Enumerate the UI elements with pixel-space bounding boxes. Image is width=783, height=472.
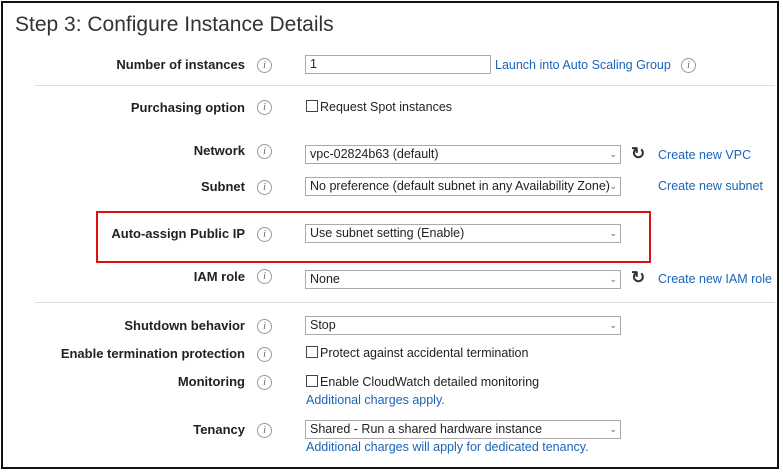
spot-instances-checkbox[interactable]: Request Spot instances (306, 100, 452, 114)
shutdown-label: Shutdown behavior (124, 318, 245, 333)
configure-instance-panel: Step 3: Configure Instance Details Numbe… (1, 1, 779, 469)
refresh-icon[interactable]: ↻ (631, 145, 645, 162)
chevron-down-icon: ⌄ (609, 424, 617, 434)
tenancy-label: Tenancy (193, 422, 245, 437)
info-icon[interactable]: i (257, 100, 272, 115)
info-icon[interactable]: i (257, 347, 272, 362)
subnet-select[interactable]: No preference (default subnet in any Ava… (305, 177, 621, 196)
network-value: vpc-02824b63 (default) (310, 147, 439, 161)
info-icon[interactable]: i (257, 58, 272, 73)
public-ip-select[interactable]: Use subnet setting (Enable) ⌄ (305, 224, 621, 243)
purchasing-label: Purchasing option (130, 100, 245, 115)
chevron-down-icon: ⌄ (609, 320, 617, 330)
info-icon[interactable]: i (257, 144, 272, 159)
info-icon[interactable]: i (257, 227, 272, 242)
chevron-down-icon: ⌄ (609, 274, 617, 284)
info-icon[interactable]: i (257, 269, 272, 284)
create-iam-role-link[interactable]: Create new IAM role (658, 272, 772, 286)
chevron-down-icon: ⌄ (609, 149, 617, 159)
iam-select[interactable]: None ⌄ (305, 270, 621, 289)
termination-checkbox-label: Protect against accidental termination (320, 346, 529, 360)
monitoring-charges-note[interactable]: Additional charges apply. (306, 393, 445, 407)
public-ip-label: Auto-assign Public IP (111, 226, 245, 241)
iam-value: None (310, 272, 340, 286)
monitoring-label: Monitoring (177, 374, 245, 389)
chevron-down-icon: ⌄ (609, 228, 617, 238)
instances-input[interactable]: 1 (305, 55, 491, 74)
shutdown-value: Stop (310, 318, 336, 332)
checkbox-box[interactable] (306, 346, 318, 358)
info-icon[interactable]: i (257, 319, 272, 334)
iam-label: IAM role (193, 269, 245, 284)
tenancy-charges-note[interactable]: Additional charges will apply for dedica… (306, 440, 589, 454)
checkbox-box[interactable] (306, 375, 318, 387)
divider (35, 302, 775, 303)
tenancy-value: Shared - Run a shared hardware instance (310, 422, 543, 436)
subnet-label: Subnet (200, 179, 245, 194)
checkbox-box[interactable] (306, 100, 318, 112)
cloudwatch-checkbox[interactable]: Enable CloudWatch detailed monitoring (306, 375, 539, 389)
launch-auto-scaling-link[interactable]: Launch into Auto Scaling Group (495, 58, 671, 72)
shutdown-select[interactable]: Stop ⌄ (305, 316, 621, 335)
info-icon[interactable]: i (257, 375, 272, 390)
refresh-icon[interactable]: ↻ (631, 269, 645, 286)
create-subnet-link[interactable]: Create new subnet (658, 179, 763, 193)
termination-label: Enable termination protection (60, 346, 245, 361)
termination-checkbox[interactable]: Protect against accidental termination (306, 346, 528, 360)
chevron-down-icon: ⌄ (609, 181, 617, 191)
cloudwatch-checkbox-label: Enable CloudWatch detailed monitoring (320, 375, 540, 389)
instances-label: Number of instances (116, 57, 245, 72)
create-vpc-link[interactable]: Create new VPC (658, 148, 751, 162)
public-ip-value: Use subnet setting (Enable) (310, 226, 465, 240)
tenancy-select[interactable]: Shared - Run a shared hardware instance … (305, 420, 621, 439)
network-select[interactable]: vpc-02824b63 (default) ⌄ (305, 145, 621, 164)
info-icon[interactable]: i (257, 423, 272, 438)
spot-instances-label: Request Spot instances (320, 100, 453, 114)
page-title: Step 3: Configure Instance Details (15, 13, 334, 36)
subnet-value: No preference (default subnet in any Ava… (310, 179, 610, 193)
divider (35, 85, 775, 86)
network-label: Network (193, 143, 245, 158)
info-icon[interactable]: i (257, 180, 272, 195)
info-icon[interactable]: i (681, 58, 696, 73)
